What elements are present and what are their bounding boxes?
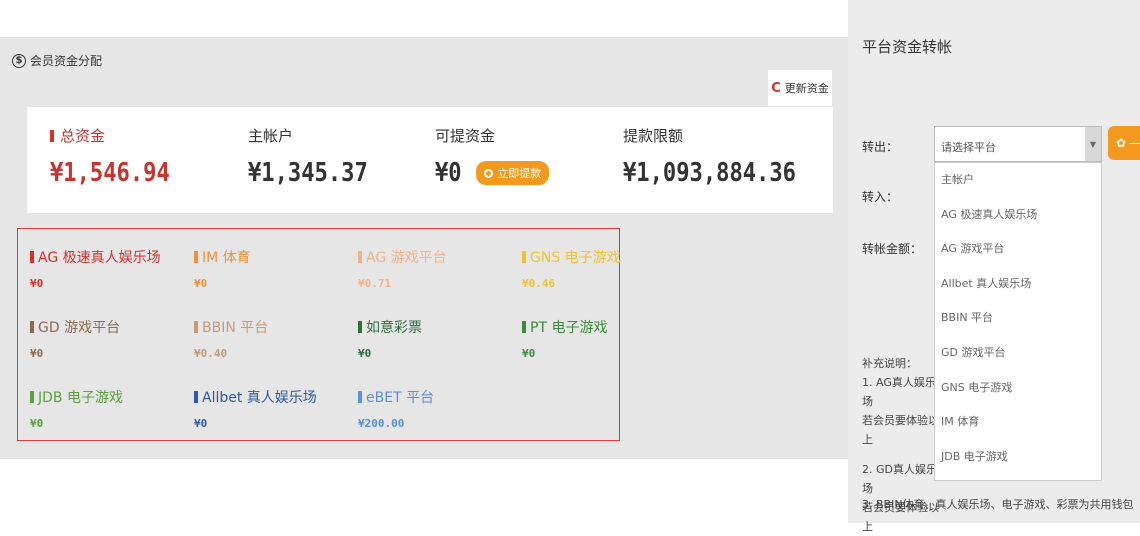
- platform-item: IM 体育 ¥0: [194, 247, 251, 290]
- platform-color-marker: [358, 251, 362, 263]
- transfer-panel: 平台资金转帐 转出： 请选择平台 ▼ ✿ 一 转入： 转帐金额： 补充说明： 1…: [848, 0, 1140, 533]
- platform-item: GNS 电子游戏 ¥0.46: [522, 247, 621, 290]
- from-platform-select[interactable]: 请选择平台 ▼: [934, 126, 1102, 162]
- platform-value: ¥0: [194, 277, 208, 290]
- platform-item: AG 极速真人娱乐场 ¥0: [30, 247, 161, 290]
- dropdown-option[interactable]: Allbet 真人娱乐场: [935, 267, 1101, 302]
- notes-title: 补充说明：: [862, 357, 917, 370]
- from-label: 转出：: [862, 140, 899, 154]
- platform-balances: AG 极速真人娱乐场 ¥0 IM 体育 ¥0 AG 游戏平台 ¥0.71 GNS 电子游戏 ¥…: [17, 228, 621, 441]
- platform-name: PT 电子游戏: [530, 320, 608, 336]
- platform-value: ¥0.46: [522, 277, 556, 290]
- section-title: 会员资金分配: [30, 54, 103, 68]
- platform-name: GNS 电子游戏: [530, 250, 621, 266]
- funds-summary: 总资金 ¥1,546.94 主帐户 ¥1,345.37 可提资金 ¥0 立即提款…: [27, 107, 833, 213]
- platform-color-marker: [30, 321, 34, 333]
- platform-value: ¥0: [522, 347, 536, 360]
- limit-value: ¥1,093,884.36: [623, 158, 796, 188]
- amount-label: 转帐金额：: [862, 242, 923, 256]
- dropdown-option[interactable]: AG 极速真人娱乐场: [935, 198, 1101, 233]
- platform-item: eBET 平台 ¥200.00: [358, 387, 434, 430]
- platform-value: ¥0.40: [194, 347, 228, 360]
- transfer-title: 平台资金转帐: [862, 38, 953, 56]
- dropdown-option[interactable]: GD 游戏平台: [935, 336, 1101, 371]
- platform-item: AG 游戏平台 ¥0.71: [358, 247, 447, 290]
- platform-value: ¥0: [30, 417, 44, 430]
- section-header: $ 会员资金分配: [12, 52, 102, 69]
- go-label: 一: [1129, 136, 1140, 151]
- platform-color-marker: [522, 321, 526, 333]
- to-label: 转入：: [862, 190, 899, 204]
- dropdown-option[interactable]: GNS 电子游戏: [935, 371, 1101, 406]
- platform-color-marker: [30, 251, 34, 263]
- platform-name: eBET 平台: [366, 390, 435, 406]
- dropdown-option[interactable]: BBIN 平台: [935, 301, 1101, 336]
- platform-color-marker: [358, 391, 362, 403]
- go-icon: ✿: [1116, 136, 1127, 150]
- platform-value: ¥0: [30, 347, 44, 360]
- platform-item: PT 电子游戏 ¥0: [522, 317, 607, 360]
- platform-value: ¥0.71: [358, 277, 392, 290]
- platform-item: Allbet 真人娱乐场 ¥0: [194, 387, 317, 430]
- dropdown-option[interactable]: IM 体育: [935, 405, 1101, 440]
- note-1a: 1. AG真人娱乐场: [862, 376, 936, 408]
- platform-name: AG 极速真人娱乐场: [38, 250, 161, 266]
- refresh-icon: C: [771, 80, 781, 96]
- withdraw-icon: [484, 168, 494, 178]
- note-1b: 若会员要体验以上: [862, 414, 939, 446]
- platform-color-marker: [30, 391, 34, 403]
- platform-value: ¥0: [194, 417, 208, 430]
- platform-color-marker: [194, 321, 198, 333]
- platform-color-marker: [194, 391, 198, 403]
- total-funds: 总资金 ¥1,546.94: [50, 125, 191, 188]
- limit-label: 提款限额: [623, 127, 684, 145]
- transfer-go-button[interactable]: ✿ 一: [1108, 126, 1140, 160]
- platform-name: JDB 电子游戏: [38, 390, 123, 406]
- platform-item: GD 游戏平台 ¥0: [30, 317, 120, 360]
- withdraw-button-label: 立即提款: [497, 167, 542, 180]
- withdrawable-funds: 可提资金 ¥0 立即提款: [435, 125, 550, 188]
- main-account: 主帐户 ¥1,345.37: [248, 125, 389, 188]
- note-3: 3. BBIN体育、真人娱乐场、电子游戏、彩票为共用钱包: [862, 498, 1134, 511]
- platform-name: IM 体育: [202, 250, 251, 266]
- total-label: 总资金: [60, 127, 106, 145]
- platform-name: BBIN 平台: [202, 320, 269, 336]
- dollar-circle-icon: $: [12, 53, 26, 68]
- dropdown-option[interactable]: AG 游戏平台: [935, 232, 1101, 267]
- platform-color-marker: [522, 251, 526, 263]
- platform-value: ¥200.00: [358, 417, 405, 430]
- platform-color-marker: [194, 251, 198, 263]
- platform-name: Allbet 真人娱乐场: [202, 390, 317, 406]
- withdraw-limit: 提款限额 ¥1,093,884.36: [623, 125, 827, 188]
- platform-dropdown: 主帐户 AG 极速真人娱乐场 AG 游戏平台 Allbet 真人娱乐场 BBIN 平台 G…: [934, 162, 1102, 481]
- dropdown-option[interactable]: JDB 电子游戏: [935, 440, 1101, 475]
- withdrawable-value: ¥0: [435, 158, 462, 188]
- platform-color-marker: [358, 321, 362, 333]
- main-label: 主帐户: [248, 127, 294, 145]
- platform-value: ¥0: [30, 277, 44, 290]
- platform-item: JDB 电子游戏 ¥0: [30, 387, 123, 430]
- refresh-label: 更新资金: [784, 82, 829, 95]
- dropdown-option[interactable]: 主帐户: [935, 163, 1101, 198]
- platform-value: ¥0: [358, 347, 372, 360]
- platform-name: GD 游戏平台: [38, 320, 121, 336]
- platform-item: 如意彩票 ¥0: [358, 317, 422, 360]
- select-placeholder: 请选择平台: [941, 141, 996, 154]
- total-value: ¥1,546.94: [50, 158, 170, 188]
- platform-name: 如意彩票: [366, 320, 422, 336]
- platform-item: BBIN 平台 ¥0.40: [194, 317, 268, 360]
- platform-name: AG 游戏平台: [366, 250, 447, 266]
- note-2a: 2. GD真人娱乐场: [862, 463, 937, 495]
- withdraw-now-button[interactable]: 立即提款: [476, 161, 550, 185]
- withdrawable-label: 可提资金: [435, 127, 496, 145]
- chevron-down-icon[interactable]: ▼: [1085, 127, 1101, 161]
- refresh-funds-button[interactable]: C 更新资金: [768, 70, 832, 106]
- main-value: ¥1,345.37: [248, 158, 368, 188]
